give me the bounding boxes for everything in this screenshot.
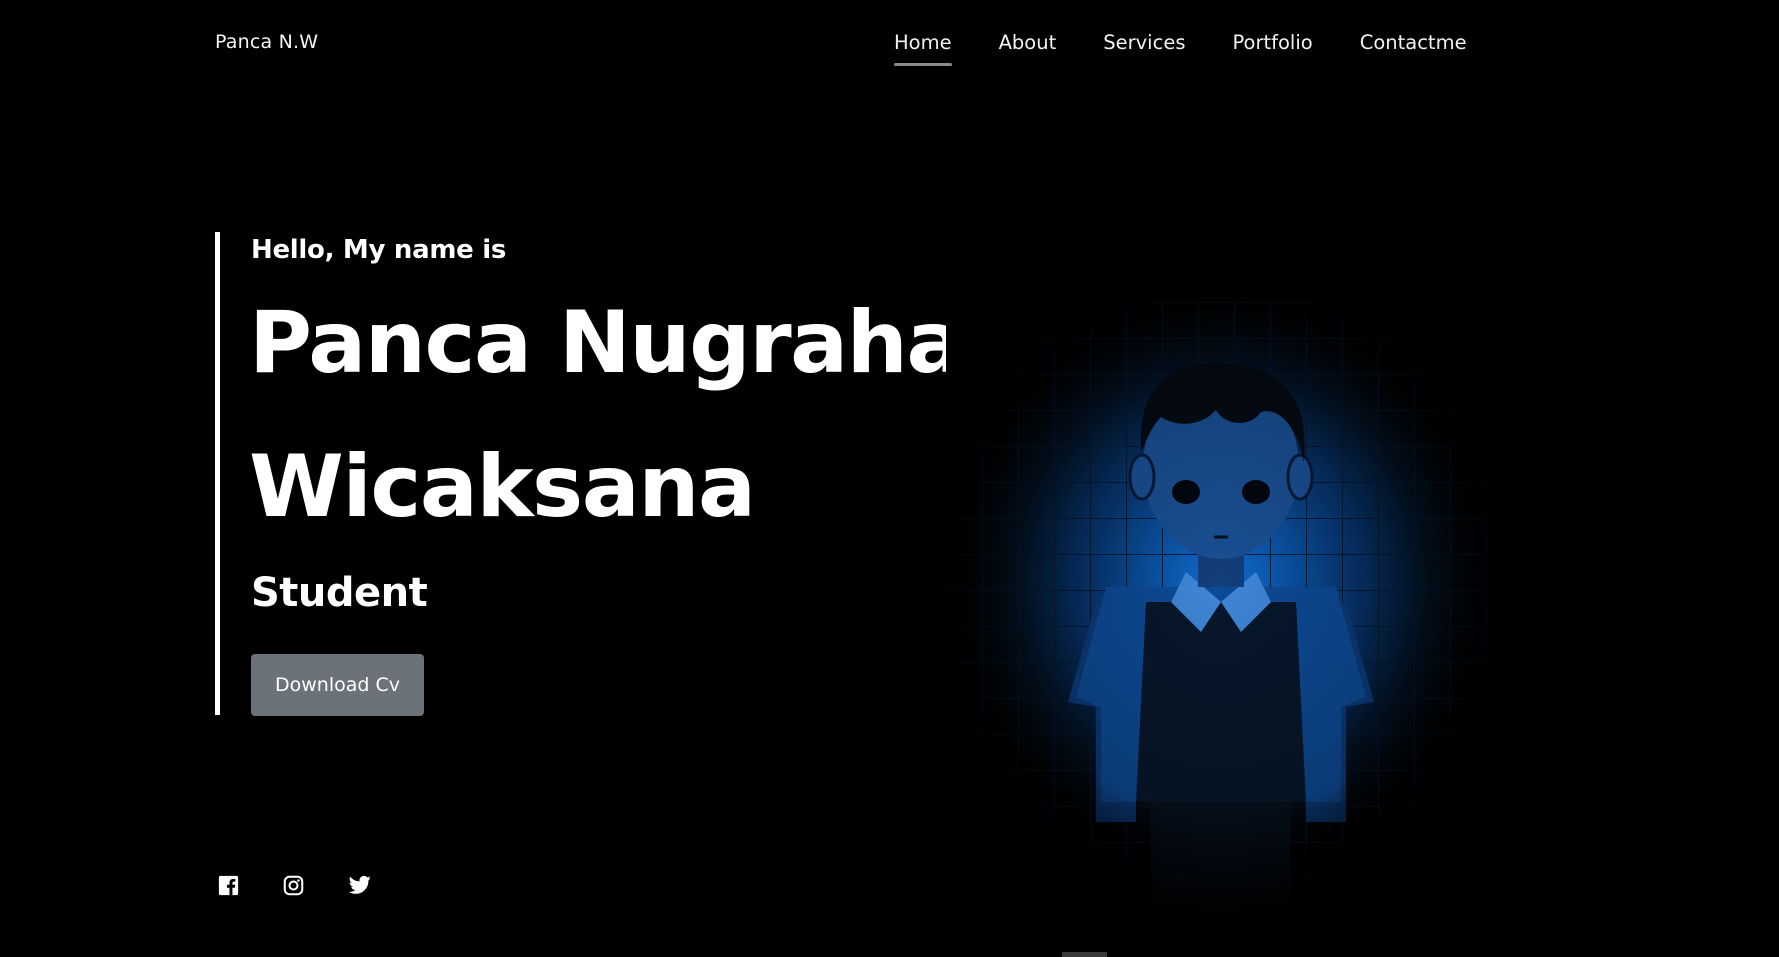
site-logo[interactable]: Panca N.W [215, 31, 318, 53]
page: Panca N.W Home About Services Portfolio … [0, 0, 1779, 957]
hero-greeting: Hello, My name is [251, 235, 507, 265]
hero-accent-bar [215, 232, 220, 715]
nav-services[interactable]: Services [1103, 31, 1185, 54]
download-cv-button[interactable]: Download Cv [251, 654, 424, 716]
nav-portfolio[interactable]: Portfolio [1232, 31, 1312, 54]
nav-home[interactable]: Home [894, 31, 952, 66]
nav-about[interactable]: About [999, 31, 1057, 54]
character-illustration [946, 302, 1496, 912]
scroll-indicator [1062, 952, 1107, 957]
facebook-icon[interactable] [218, 875, 239, 896]
hero-illustration [946, 302, 1496, 912]
nav-contactme[interactable]: Contactme [1360, 31, 1467, 54]
instagram-icon[interactable] [283, 875, 304, 896]
hero-name-line2: Wicaksana [249, 437, 756, 537]
twitter-icon[interactable] [349, 875, 371, 895]
hero-name-line1: Panca Nugraha [249, 293, 964, 393]
hero-role: Student [251, 570, 428, 616]
main-nav: Home About Services Portfolio Contactme [894, 31, 1467, 66]
